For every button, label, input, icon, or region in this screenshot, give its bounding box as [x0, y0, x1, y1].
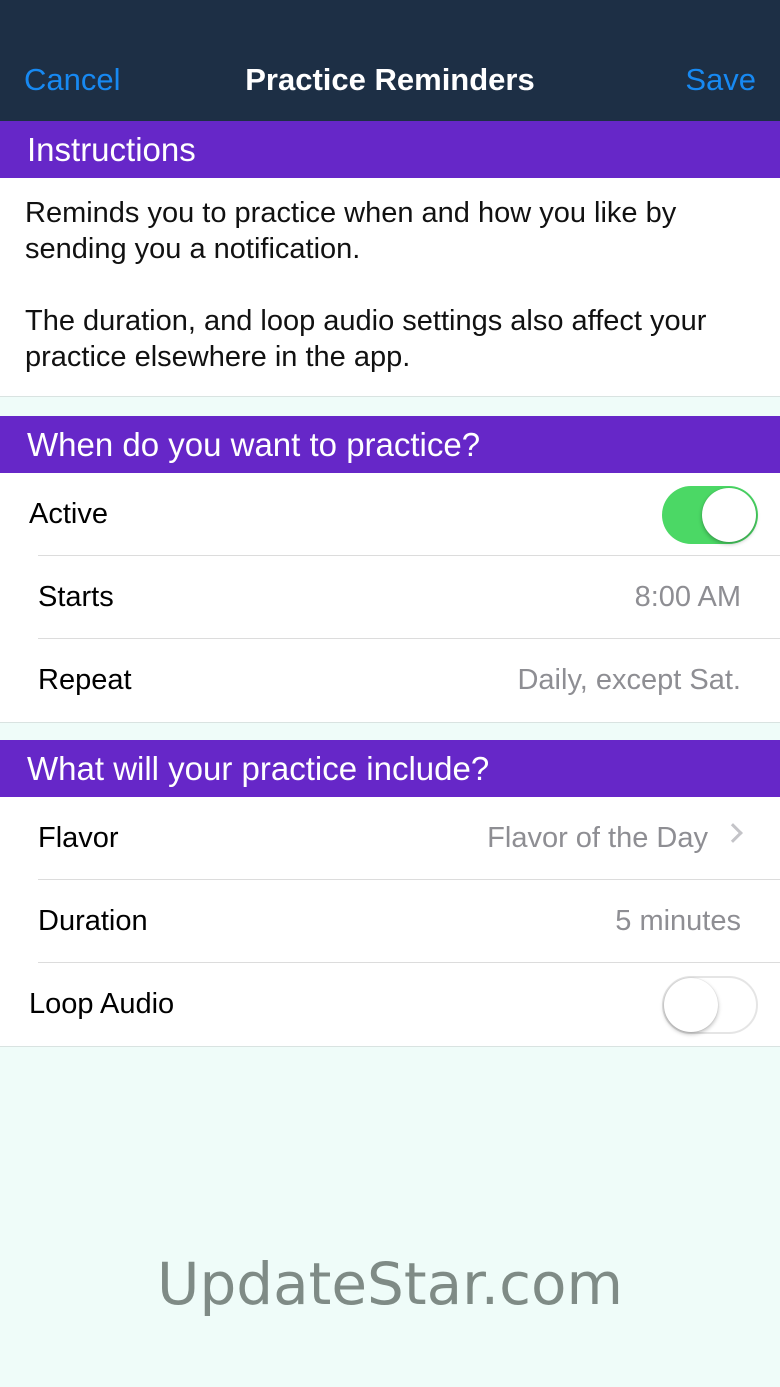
active-label: Active — [29, 498, 108, 530]
navigation-bar: Cancel Practice Reminders Save — [0, 0, 780, 121]
starts-value: 8:00 AM — [634, 581, 741, 613]
active-row: Active — [0, 473, 780, 556]
flavor-label: Flavor — [38, 822, 119, 854]
save-button[interactable]: Save — [685, 58, 756, 102]
starts-row[interactable]: Starts 8:00 AM — [0, 556, 780, 639]
loop-audio-label: Loop Audio — [29, 988, 175, 1020]
instructions-header: Instructions — [0, 121, 780, 178]
chevron-right-icon — [723, 823, 743, 843]
repeat-label: Repeat — [38, 664, 132, 696]
flavor-row[interactable]: Flavor Flavor of the Day — [0, 797, 780, 880]
flavor-value: Flavor of the Day — [487, 822, 708, 854]
starts-label: Starts — [38, 581, 114, 613]
instructions-paragraph-2: The duration, and loop audio settings al… — [25, 305, 707, 373]
schedule-group: Active Starts 8:00 AM Repeat Daily, exce… — [0, 473, 780, 723]
toggle-knob — [664, 978, 718, 1032]
duration-label: Duration — [38, 905, 148, 937]
duration-row[interactable]: Duration 5 minutes — [0, 880, 780, 963]
content-header: What will your practice include? — [0, 740, 780, 797]
repeat-value: Daily, except Sat. — [517, 664, 741, 696]
loop-audio-row: Loop Audio — [0, 963, 780, 1046]
content-group: Flavor Flavor of the Day Duration 5 minu… — [0, 797, 780, 1047]
duration-value: 5 minutes — [615, 905, 741, 937]
page-title: Practice Reminders — [245, 62, 535, 97]
repeat-row[interactable]: Repeat Daily, except Sat. — [0, 639, 780, 722]
toggle-knob — [702, 488, 756, 542]
loop-audio-toggle[interactable] — [662, 976, 758, 1034]
instructions-paragraph-1: Reminds you to practice when and how you… — [25, 197, 677, 265]
schedule-header: When do you want to practice? — [0, 416, 780, 473]
instructions-body: Reminds you to practice when and how you… — [0, 178, 780, 397]
watermark: UpdateStar.com — [157, 1250, 623, 1318]
active-toggle[interactable] — [662, 486, 758, 544]
